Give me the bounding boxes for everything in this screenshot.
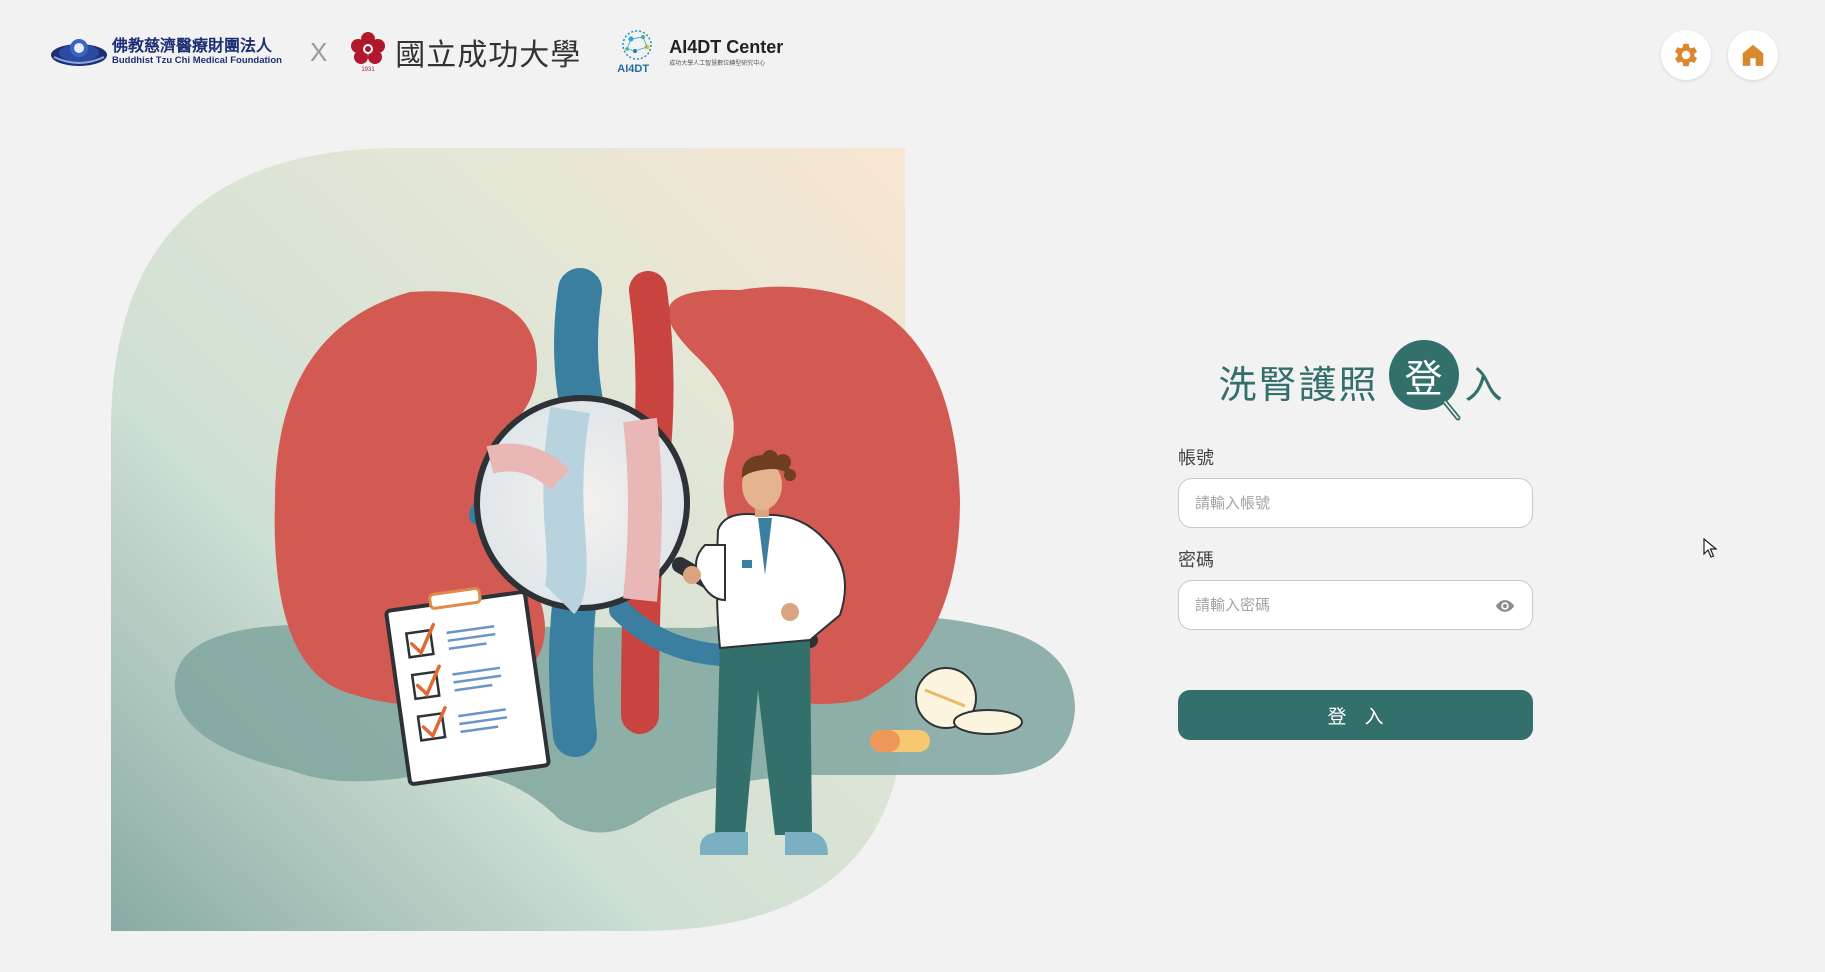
settings-button[interactable] bbox=[1661, 30, 1711, 80]
account-input[interactable] bbox=[1179, 479, 1532, 527]
home-button[interactable] bbox=[1728, 30, 1778, 80]
password-label: 密碼 bbox=[1178, 550, 1214, 571]
gear-icon bbox=[1675, 43, 1697, 67]
eye-icon[interactable] bbox=[1494, 596, 1516, 616]
account-field-wrap bbox=[1178, 478, 1533, 528]
login-button[interactable]: 登入 bbox=[1178, 690, 1533, 740]
password-field-wrap bbox=[1178, 580, 1533, 630]
home-icon bbox=[1742, 44, 1764, 66]
account-label: 帳號 bbox=[1178, 448, 1214, 469]
header-actions bbox=[1661, 30, 1778, 80]
app-title: 洗腎護照 bbox=[1218, 362, 1379, 407]
kidney-illustration bbox=[111, 148, 1076, 931]
login-title: 洗腎護照 登 入 bbox=[1188, 338, 1533, 424]
login-panel: 洗腎護照 登 入 帳號 密碼 登入 bbox=[1178, 338, 1533, 740]
password-input[interactable] bbox=[1179, 581, 1532, 629]
clipboard bbox=[384, 587, 551, 786]
magnifier-handle-icon bbox=[1442, 400, 1460, 421]
mouse-cursor-icon bbox=[1703, 538, 1717, 558]
magnifier-badge: 登 bbox=[1388, 338, 1471, 424]
